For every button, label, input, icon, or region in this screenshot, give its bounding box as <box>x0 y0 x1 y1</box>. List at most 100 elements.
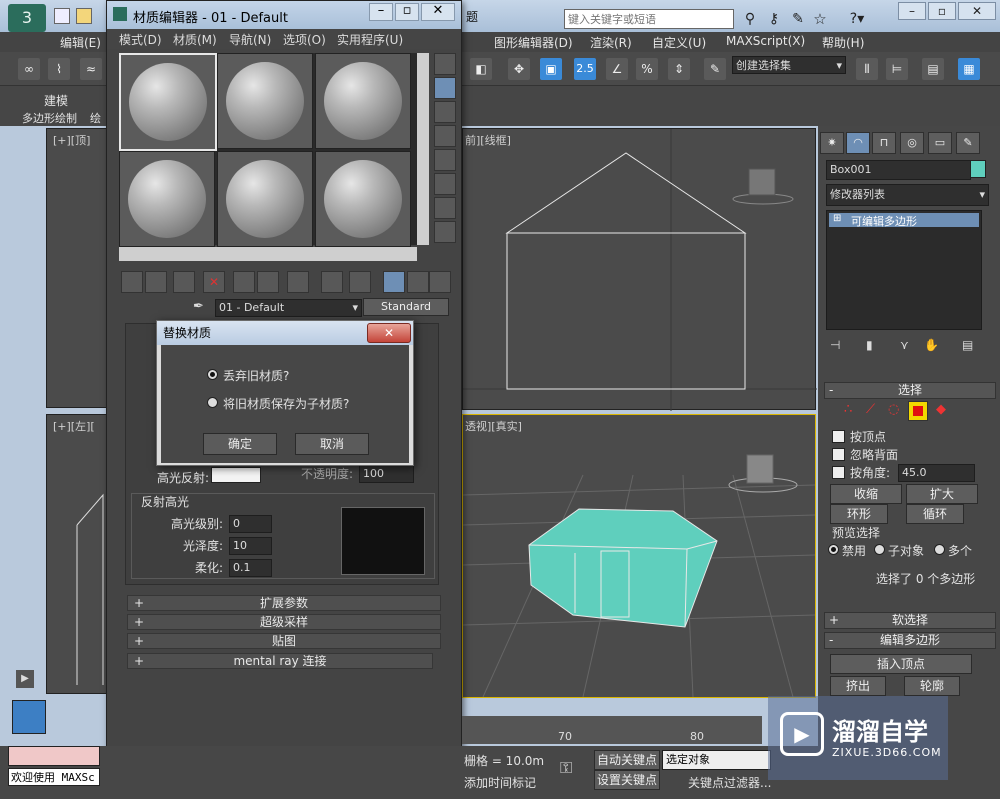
by-vertex-checkbox[interactable] <box>832 430 845 443</box>
go-forward-sibling-icon[interactable] <box>429 271 451 293</box>
opacity-spinner[interactable]: 100 <box>359 465 414 483</box>
vertex-mode-icon[interactable]: ∴ <box>844 402 852 417</box>
bind-spacewarp-icon[interactable]: ≈ <box>80 58 102 80</box>
motion-tab-icon[interactable]: ◎ <box>900 132 924 154</box>
mirror-tool-icon[interactable]: ⫴ <box>856 58 878 80</box>
angle-snap-icon[interactable]: ∠ <box>606 58 628 80</box>
get-material-icon[interactable] <box>121 271 143 293</box>
close-button[interactable]: ✕ <box>958 2 996 20</box>
soft-selection-rollout-header[interactable]: + 软选择 <box>824 612 996 629</box>
maxscript-listener[interactable] <box>8 746 100 766</box>
align-icon[interactable]: ⊨ <box>886 58 908 80</box>
make-copy-icon[interactable] <box>233 271 255 293</box>
expand-plus-icon[interactable]: ⊞ <box>833 213 841 224</box>
material-id-icon[interactable] <box>321 271 343 293</box>
supersampling-rollout[interactable]: + 超级采样 <box>127 614 441 630</box>
ribbon-toggle-icon[interactable]: ▦ <box>958 58 980 80</box>
reset-map-icon[interactable]: ✕ <box>203 271 225 293</box>
sample-type-icon[interactable] <box>434 53 456 75</box>
show-end-result-material-icon[interactable] <box>383 271 405 293</box>
me-menu-utilities[interactable]: 实用程序(U) <box>337 31 403 48</box>
viewport-top-label[interactable]: [+][顶] <box>53 132 90 148</box>
background-icon[interactable] <box>434 101 456 123</box>
make-unique-icon[interactable]: ⋎ <box>900 338 909 352</box>
me-minimize-button[interactable]: – <box>369 3 393 21</box>
add-time-tag-label[interactable]: 添加时间标记 <box>464 774 536 791</box>
select-by-material-icon[interactable] <box>434 221 456 243</box>
set-key-filter-key-icon[interactable]: ⚿ <box>560 758 588 778</box>
remove-modifier-icon[interactable]: ✋ <box>924 338 939 352</box>
cancel-button[interactable]: 取消 <box>295 433 369 455</box>
ok-button[interactable]: 确定 <box>203 433 277 455</box>
me-menu-options[interactable]: 选项(O) <box>283 31 326 48</box>
menu-maxscript[interactable]: MAXScript(X) <box>726 34 805 48</box>
by-angle-checkbox[interactable] <box>832 466 845 479</box>
preview-multi-radio[interactable] <box>934 544 945 555</box>
modifier-stack[interactable]: ⊞ 可编辑多边形 <box>826 210 982 330</box>
sample-slot-5[interactable] <box>217 151 313 247</box>
outline-button[interactable]: 轮廓 <box>904 676 960 696</box>
spec-level-spinner[interactable]: 0 <box>229 515 272 533</box>
search-input[interactable] <box>565 10 731 28</box>
snaps-2-5-toggle[interactable]: 2.5 <box>574 58 596 80</box>
auto-key-button[interactable]: 自动关键点 <box>594 750 660 770</box>
viewport-perspective[interactable]: 透视][真实] <box>462 414 816 698</box>
link-icon[interactable]: ∞ <box>18 58 40 80</box>
key-icon[interactable]: ⚷ <box>765 10 783 28</box>
video-color-check-icon[interactable] <box>434 149 456 171</box>
specular-swatch[interactable] <box>211 467 261 483</box>
maps-rollout[interactable]: + 贴图 <box>127 633 441 649</box>
object-name-field[interactable]: Box001 <box>826 160 971 180</box>
sample-slot-4[interactable] <box>119 151 215 247</box>
material-name-field[interactable]: 01 - Default ▾ <box>215 299 362 317</box>
show-map-icon[interactable] <box>349 271 371 293</box>
angle-spinner[interactable]: 45.0 <box>898 464 975 482</box>
ribbon-item-polydraw[interactable]: 多边形绘制 <box>22 110 77 126</box>
sample-slot-3[interactable] <box>315 53 411 149</box>
minimize-button[interactable]: – <box>898 2 926 20</box>
subscription-icon[interactable]: ✎ <box>789 10 807 28</box>
maxscript-welcome-field[interactable]: 欢迎使用 MAXSc <box>8 768 100 786</box>
edit-poly-rollout-header[interactable]: - 编辑多边形 <box>824 632 996 649</box>
viewport-front[interactable]: 前][线框] <box>462 128 817 411</box>
viewport-top[interactable]: [+][顶] <box>46 128 110 408</box>
viewport-layout-button[interactable] <box>12 700 46 734</box>
make-preview-icon[interactable] <box>434 173 456 195</box>
grow-button[interactable]: 扩大 <box>906 484 978 504</box>
me-menu-mode[interactable]: 模式(D) <box>119 31 162 48</box>
preview-subobj-radio[interactable] <box>874 544 885 555</box>
mental-ray-rollout[interactable]: + mental ray 连接 <box>127 653 433 669</box>
slot-vertical-scrollbar[interactable] <box>417 53 429 245</box>
show-end-result-icon[interactable]: ▮ <box>866 338 873 352</box>
layer-manager-icon[interactable]: ▤ <box>922 58 944 80</box>
loop-button[interactable]: 循环 <box>906 504 964 524</box>
viewport-left-label[interactable]: [+][左][ <box>53 418 95 434</box>
object-color-swatch[interactable] <box>970 160 986 178</box>
stack-item-editable-poly[interactable]: ⊞ 可编辑多边形 <box>829 213 979 228</box>
display-tab-icon[interactable]: ▭ <box>928 132 952 154</box>
unlink-icon[interactable]: ⌇ <box>48 58 70 80</box>
go-to-parent-icon[interactable] <box>407 271 429 293</box>
me-maximize-button[interactable]: ▫ <box>395 3 419 21</box>
selected-object-dropdown[interactable]: 选定对象 <box>662 750 771 770</box>
shrink-button[interactable]: 收缩 <box>830 484 902 504</box>
maximize-button[interactable]: ▫ <box>928 2 956 20</box>
new-file-icon[interactable] <box>54 8 70 24</box>
menu-rendering[interactable]: 渲染(R) <box>590 34 632 51</box>
me-menu-navigation[interactable]: 导航(N) <box>229 31 271 48</box>
element-mode-icon[interactable]: ◆ <box>936 402 946 417</box>
edge-mode-icon[interactable]: ⟋ <box>866 402 875 417</box>
favorites-star-icon[interactable]: ☆ <box>811 10 829 28</box>
max-logo-button[interactable]: 3 <box>8 4 46 32</box>
modify-tab-icon[interactable]: ◠ <box>846 132 870 154</box>
modifier-list-dropdown[interactable]: 修改器列表 ▾ <box>826 184 989 206</box>
snap-toggle-icon[interactable]: ◧ <box>470 58 492 80</box>
select-manipulate-icon[interactable]: ▣ <box>540 58 562 80</box>
menu-edit[interactable]: 编辑(E) <box>60 34 101 51</box>
options-icon[interactable] <box>434 197 456 219</box>
ring-button[interactable]: 环形 <box>830 504 888 524</box>
glossiness-spinner[interactable]: 10 <box>229 537 272 555</box>
open-file-icon[interactable] <box>76 8 92 24</box>
ribbon-tab-modeling[interactable]: 建模 <box>44 92 68 109</box>
utilities-tab-icon[interactable]: ✎ <box>956 132 980 154</box>
